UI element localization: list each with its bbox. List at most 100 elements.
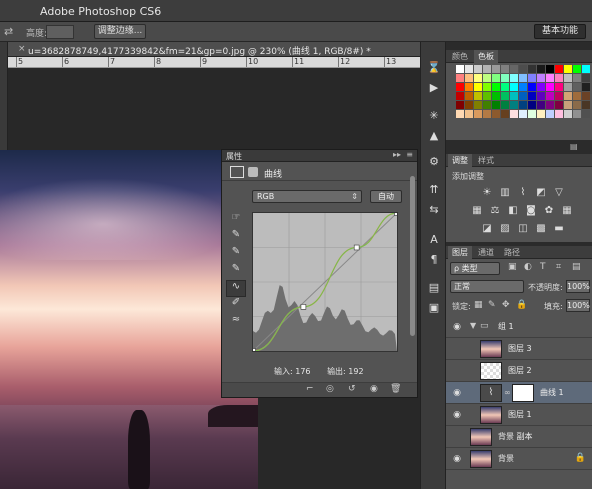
swatch[interactable] [492,110,500,118]
swatch[interactable] [456,74,464,82]
tool-presets-icon[interactable]: ⇈ [426,182,442,198]
swatch[interactable] [519,110,527,118]
swatch[interactable] [582,92,590,100]
threshold-icon[interactable]: ◫ [516,222,530,236]
selective-color-icon[interactable]: ▩ [534,222,548,236]
swatch[interactable] [537,92,545,100]
swatch[interactable] [546,92,554,100]
height-field[interactable] [46,25,74,39]
opacity-field[interactable]: 100% [566,280,590,293]
filter-type-icon[interactable]: T [540,262,546,272]
eye-icon[interactable]: ◉ [451,321,463,333]
swatch[interactable] [573,83,581,91]
gray-eyedropper-icon[interactable]: ✎ [226,246,246,263]
swatch[interactable] [510,110,518,118]
swatch[interactable] [456,92,464,100]
layer-row[interactable]: 图层 3 [446,338,592,360]
swatch[interactable] [573,110,581,118]
swatch[interactable] [528,110,536,118]
swatch[interactable] [582,101,590,109]
swatch-trash-icon[interactable]: ▤ [570,142,578,151]
filter-adjust-icon[interactable]: ◐ [524,262,532,272]
swatch[interactable] [474,110,482,118]
expand-group-icon[interactable]: ▼ [470,321,476,330]
swatch[interactable] [501,83,509,91]
swatch[interactable] [573,65,581,73]
actions-icon[interactable]: ▶ [426,80,442,96]
mask-thumbnail[interactable] [512,384,534,402]
swatch[interactable] [501,110,509,118]
curve-control-point[interactable] [394,212,398,216]
tab-styles[interactable]: 样式 [474,154,498,167]
close-icon[interactable]: × [18,44,26,54]
swatch[interactable] [519,65,527,73]
swatch[interactable] [528,101,536,109]
swatch[interactable] [492,65,500,73]
swatch[interactable] [474,83,482,91]
smooth-icon[interactable]: ≈ [226,314,246,331]
swatch[interactable] [546,110,554,118]
trash-icon[interactable]: 🗑 [390,384,401,394]
swatch[interactable] [465,83,473,91]
swatch[interactable] [528,74,536,82]
swatch[interactable] [555,65,563,73]
lock-all-icon[interactable]: 🔒 [516,300,527,310]
swatch[interactable] [564,83,572,91]
white-eyedropper-icon[interactable]: ✎ [226,263,246,280]
tab-swatches[interactable]: 色板 [474,50,498,63]
gradient-map-icon[interactable]: ▬ [552,222,566,236]
swatch[interactable] [546,65,554,73]
invert-icon[interactable]: ◪ [480,222,494,236]
swatch[interactable] [573,101,581,109]
hue-saturation-icon[interactable]: ▦ [470,204,484,218]
swatch[interactable] [582,110,590,118]
swatch[interactable] [501,65,509,73]
swatch[interactable] [537,101,545,109]
photo-filter-icon[interactable]: ◙ [524,204,538,218]
curve-control-point[interactable] [353,244,360,251]
exposure-icon[interactable]: ◩ [534,186,548,200]
swatch[interactable] [528,65,536,73]
properties-scrollbar[interactable] [410,176,415,336]
panel-menu-icon[interactable]: ≡ [406,150,413,159]
eye-icon[interactable]: ◉ [451,453,463,465]
swatch[interactable] [483,74,491,82]
channel-select[interactable]: RGB ⇕ [252,190,362,203]
lock-image-icon[interactable]: ✎ [488,300,496,310]
color-lookup-icon[interactable]: ▦ [560,204,574,218]
layer-row[interactable]: ◉ 图层 1 [446,404,592,426]
swatch[interactable] [564,110,572,118]
blend-mode-select[interactable]: 正常 [450,280,524,293]
lock-transparent-icon[interactable]: ▦ [474,300,483,310]
channel-mixer-icon[interactable]: ✿ [542,204,556,218]
eye-icon[interactable]: ◉ [451,409,463,421]
layer-row[interactable]: 背景 副本 [446,426,592,448]
swatch[interactable] [564,65,572,73]
black-white-icon[interactable]: ◧ [506,204,520,218]
swatch[interactable] [474,74,482,82]
swatch[interactable] [555,110,563,118]
levels-icon[interactable]: ▥ [498,186,512,200]
swatch[interactable] [537,83,545,91]
swatch[interactable] [492,74,500,82]
swatch[interactable] [582,83,590,91]
histogram-icon[interactable]: ▲ [426,128,442,144]
eye-icon[interactable]: ◉ [451,387,463,399]
refine-edge-button[interactable]: 调整边缘... [94,24,146,39]
swatch[interactable] [510,74,518,82]
properties-header[interactable]: 属性 ▸▸ ≡ [222,150,417,162]
layer-row-selected[interactable]: ◉ ⌇ ∞ 曲线 1 [446,382,592,404]
tab-color[interactable]: 颜色 [448,50,472,63]
visibility-icon[interactable]: ◉ [370,384,378,394]
edit-points-icon[interactable]: ∿ [226,280,246,297]
swatch[interactable] [519,101,527,109]
swatch[interactable] [573,74,581,82]
pencil-icon[interactable]: ✐ [226,297,246,314]
layer-row[interactable]: 图层 2 [446,360,592,382]
tab-channels[interactable]: 通道 [474,246,498,259]
brightness-icon[interactable]: ☀ [480,186,494,200]
character-icon[interactable]: A [426,232,442,248]
layer-filter-select[interactable]: ρ 类型 [450,262,500,275]
mask-icon[interactable] [248,167,258,177]
view-previous-icon[interactable]: ◎ [326,384,334,394]
